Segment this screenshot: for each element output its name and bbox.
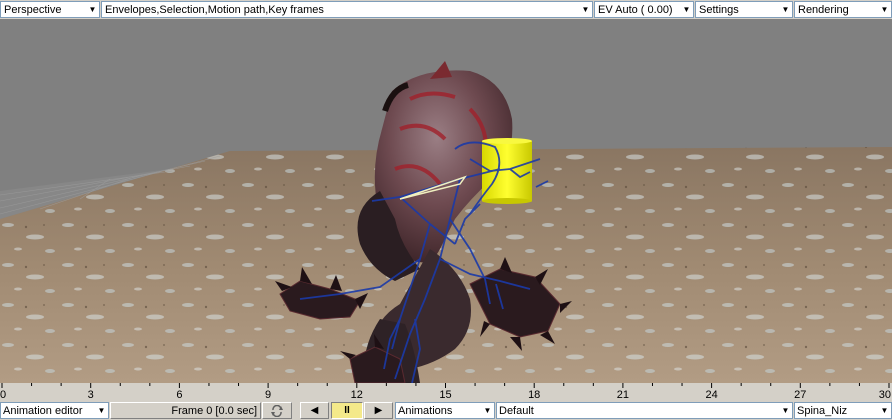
animation-name-dropdown[interactable]: Default ▼ [496,402,793,419]
view-mode-dropdown[interactable]: Perspective ▼ [0,1,100,18]
play-forward-icon: ▶ [374,405,383,416]
loop-icon [271,404,283,417]
pause-button[interactable]: II [331,402,363,419]
frame-display: Frame 0 [0.0 sec] [110,402,261,419]
timeline-ticks: 0 3 6 9 12 15 18 21 24 27 30 [0,383,891,401]
3d-viewport[interactable] [0,19,892,383]
chevron-down-icon: ▼ [483,406,492,415]
timeline-tick-label: 9 [265,389,271,401]
timeline-tick-label: 27 [794,389,806,401]
editor-value: Animation editor [3,404,83,417]
timeline-tick-label: 30 [879,389,891,401]
rendering-label: Rendering [798,3,849,16]
chevron-down-icon: ▼ [781,5,790,14]
timeline-tick-label: 21 [617,389,629,401]
chevron-down-icon: ▼ [88,5,97,14]
timeline-tick-label: 6 [176,389,182,401]
rendering-dropdown[interactable]: Rendering ▼ [794,1,892,18]
bone-selector[interactable]: Spina_Niz ▼ [794,402,892,419]
bone-value: Spina_Niz [797,404,848,417]
display-options-dropdown[interactable]: Envelopes,Selection,Motion path,Key fram… [101,1,593,18]
viewport-scene [0,61,892,383]
timeline-tick-label: 12 [351,389,363,401]
timeline-tick-label: 3 [88,389,94,401]
view-mode-value: Perspective [4,3,62,16]
animation-name-value: Default [499,404,534,417]
pause-icon: II [344,405,350,416]
timeline-tick-label: 0 [0,389,6,401]
play-backward-icon: ◀ [310,405,319,416]
settings-dropdown[interactable]: Settings ▼ [695,1,793,18]
timeline-ruler[interactable]: 0 3 6 9 12 15 18 21 24 27 30 [0,383,892,401]
chevron-down-icon: ▼ [880,406,889,415]
loop-button[interactable] [262,402,292,419]
exposure-value: EV Auto ( 0.00) [598,3,673,16]
chevron-down-icon: ▼ [97,406,106,415]
display-options-value: Envelopes,Selection,Motion path,Key fram… [105,3,324,16]
chevron-down-icon: ▼ [880,5,889,14]
editor-selector[interactable]: Animation editor ▼ [0,402,109,419]
animations-label: Animations [398,404,453,417]
chevron-down-icon: ▼ [682,5,691,14]
chevron-down-icon: ▼ [581,5,590,14]
timeline-tick-label: 24 [705,389,717,401]
animations-dropdown[interactable]: Animations ▼ [395,402,495,419]
timeline-tick-label: 15 [439,389,451,401]
next-button[interactable]: ▶ [364,402,393,419]
chevron-down-icon: ▼ [781,406,790,415]
exposure-dropdown[interactable]: EV Auto ( 0.00) ▼ [594,1,694,18]
timeline-tick-label: 18 [528,389,540,401]
frame-label: Frame 0 [0.0 sec] [171,404,257,417]
previous-button[interactable]: ◀ [300,402,329,419]
settings-label: Settings [699,3,739,16]
